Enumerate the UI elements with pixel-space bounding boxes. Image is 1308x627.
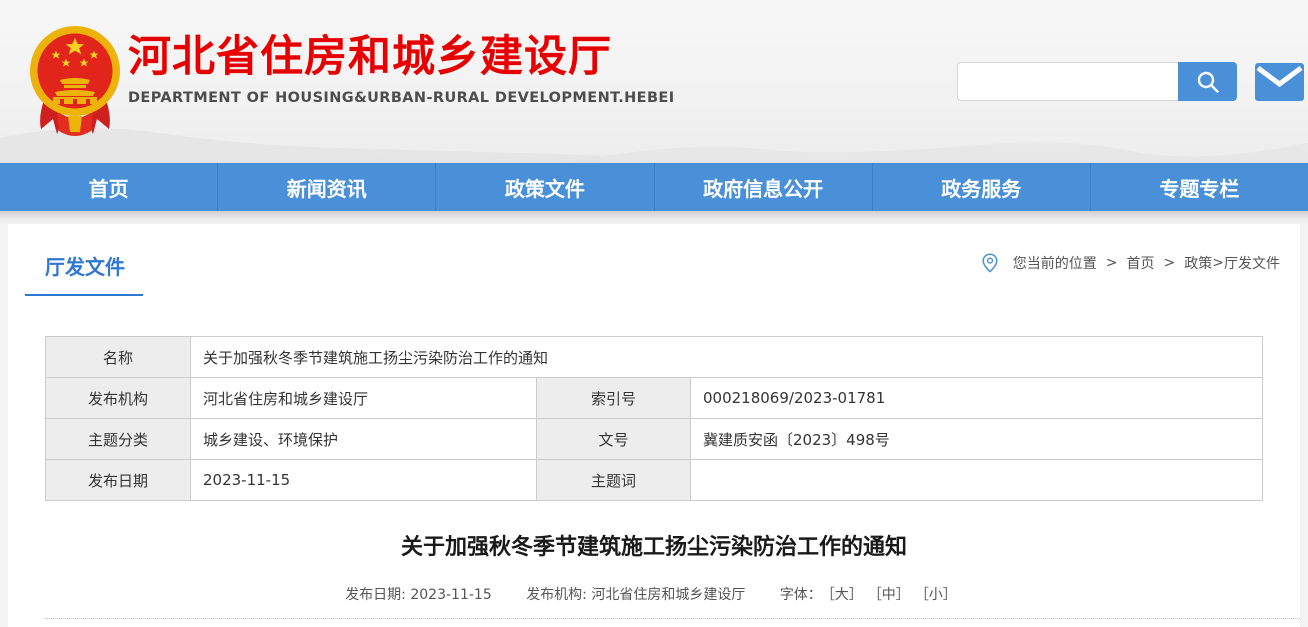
nav-item-special[interactable]: 专题专栏 [1090,163,1308,211]
publisher-label-cell: 发布机构 [46,378,191,419]
search-button[interactable] [1178,62,1237,101]
article-meta-line: 发布日期: 2023-11-15 发布机构: 河北省住房和城乡建设厅 字体： ［大… [8,584,1300,604]
main-navigation: 首页 新闻资讯 政策文件 政府信息公开 政务服务 专题专栏 [0,163,1308,211]
font-size-large-button[interactable]: ［大］ [828,587,863,603]
content-wrapper: 厅发文件 您当前的位置 > 首页 > 政策 > 厅发文件 [0,224,1308,627]
category-value-cell: 城乡建设、环境保护 [191,419,537,460]
page-title: 厅发文件 [45,251,125,280]
nav-shadow-strip [0,211,1308,224]
site-subtitle: DEPARTMENT OF HOUSING&URBAN-RURAL DEVELO… [128,90,675,106]
national-emblem-logo [27,20,123,142]
nav-item-home[interactable]: 首页 [0,163,217,211]
name-value-cell: 关于加强秋冬季节建筑施工扬尘污染防治工作的通知 [191,337,1263,378]
nav-item-news[interactable]: 新闻资讯 [217,163,435,211]
date-value-cell: 2023-11-15 [191,460,537,501]
search-icon [1195,69,1221,95]
envelope-icon [1255,63,1304,101]
article-publish-date: 发布日期: 2023-11-15 [345,587,492,603]
breadcrumb-policy[interactable]: 政策 [1184,253,1212,273]
keywords-value-cell [691,460,1263,501]
site-header: 河北省住房和城乡建设厅 DEPARTMENT OF HOUSING&URBAN-… [0,0,1308,163]
breadcrumb-current[interactable]: 厅发文件 [1224,253,1280,273]
article-title: 关于加强秋冬季节建筑施工扬尘污染防治工作的通知 [8,529,1300,561]
index-value-cell: 000218069/2023-01781 [691,378,1263,419]
publisher-value-cell: 河北省住房和城乡建设厅 [191,378,537,419]
breadcrumb-separator: > [1212,255,1224,271]
card-header: 厅发文件 您当前的位置 > 首页 > 政策 > 厅发文件 [8,224,1300,296]
search-input[interactable] [957,62,1178,101]
table-row-name: 名称 关于加强秋冬季节建筑施工扬尘污染防治工作的通知 [46,337,1263,378]
location-pin-icon [982,253,998,273]
table-row-publisher-index: 发布机构 河北省住房和城乡建设厅 索引号 000218069/2023-0178… [46,378,1263,419]
date-label-cell: 发布日期 [46,460,191,501]
publisher-value: 河北省住房和城乡建设厅 [591,587,745,603]
docnum-value-cell: 冀建质安函〔2023〕498号 [691,419,1263,460]
nav-item-policy[interactable]: 政策文件 [435,163,653,211]
breadcrumb-prefix: 您当前的位置 [1013,253,1097,273]
publish-date-value: 2023-11-15 [410,587,491,603]
breadcrumb: 您当前的位置 > 首页 > 政策 > 厅发文件 [982,253,1280,273]
site-title-block: 河北省住房和城乡建设厅 DEPARTMENT OF HOUSING&URBAN-… [128,34,675,106]
search-area [957,62,1237,101]
keywords-label-cell: 主题词 [537,460,691,501]
mail-button[interactable] [1255,63,1304,101]
breadcrumb-home[interactable]: 首页 [1127,253,1155,273]
docnum-label-cell: 文号 [537,419,691,460]
font-size-label: 字体： [780,587,822,603]
font-size-medium-button[interactable]: ［中］ [875,587,910,603]
breadcrumb-separator: > [1164,255,1176,271]
index-label-cell: 索引号 [537,378,691,419]
table-row-category-docnum: 主题分类 城乡建设、环境保护 文号 冀建质安函〔2023〕498号 [46,419,1263,460]
article-publisher: 发布机构: 河北省住房和城乡建设厅 [526,587,745,603]
section-title-underline [25,294,143,296]
font-size-controls: 字体： ［大］ ［中］ ［小］ [780,587,963,603]
name-label-cell: 名称 [46,337,191,378]
table-row-date-keywords: 发布日期 2023-11-15 主题词 [46,460,1263,501]
publish-date-label: 发布日期: [345,587,410,603]
document-metadata-table: 名称 关于加强秋冬季节建筑施工扬尘污染防治工作的通知 发布机构 河北省住房和城乡… [45,336,1263,501]
font-size-small-button[interactable]: ［小］ [922,587,957,603]
nav-item-services[interactable]: 政务服务 [872,163,1090,211]
breadcrumb-tail: 政策 > 厅发文件 [1184,253,1280,273]
category-label-cell: 主题分类 [46,419,191,460]
content-card: 厅发文件 您当前的位置 > 首页 > 政策 > 厅发文件 [8,224,1300,627]
breadcrumb-separator: > [1106,255,1118,271]
nav-item-gov-info[interactable]: 政府信息公开 [654,163,872,211]
publisher-label: 发布机构: [526,587,591,603]
site-title: 河北省住房和城乡建设厅 [128,34,675,81]
dotted-separator [45,618,1300,619]
